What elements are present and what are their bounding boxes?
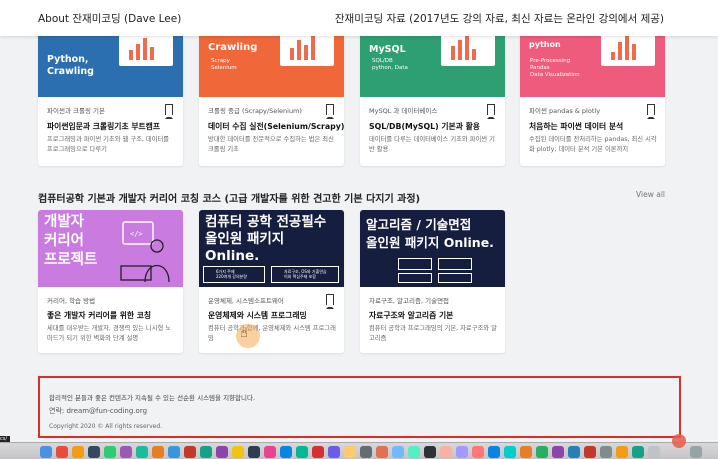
- course-card-mysql[interactable]: MySQL SQL/DB python, Data MySQL 과 데이터베이스…: [360, 20, 505, 166]
- dock-app-icon[interactable]: [72, 446, 84, 458]
- course-category: 크롤링 중급 (Scrapy/Selenium): [208, 107, 302, 115]
- course-title[interactable]: 좋은 개발자 커리어를 위한 코칭: [47, 310, 151, 321]
- course-title[interactable]: 자료구조와 알고리즘 기본: [369, 310, 453, 321]
- recording-indicator-icon: [672, 434, 686, 448]
- dock-app-icon[interactable]: [648, 446, 660, 458]
- bookmark-icon[interactable]: [326, 294, 334, 309]
- dock-app-icon[interactable]: [56, 446, 68, 458]
- course-description: 데이터를 다루는 데이터베이스 기초와 파이썬 기반 활용: [369, 136, 495, 153]
- view-all-link[interactable]: View all: [636, 190, 665, 199]
- dock-app-icon[interactable]: [152, 446, 164, 458]
- course-thumbnail: 컴퓨터 공학 전공필수 올인원 패키지 Online. 6가지 주제 220여개…: [199, 210, 344, 287]
- dock-app-icon[interactable]: [40, 446, 52, 458]
- dock-app-icon[interactable]: [488, 446, 500, 458]
- section-title: 컴퓨터공학 기본과 개발자 커리어 코칭 코스 (고급 개발자를 위한 견고한 …: [38, 194, 421, 205]
- dock-app-icon[interactable]: [472, 446, 484, 458]
- dock-app-icon[interactable]: [312, 446, 324, 458]
- course-thumbnail: 알고리즘 / 기술면접 올인원 패키지 Online.: [360, 210, 505, 287]
- bookmark-icon[interactable]: [647, 104, 655, 119]
- dock-app-icon[interactable]: [376, 446, 388, 458]
- mac-dock: [0, 442, 718, 459]
- dock-app-icon[interactable]: [200, 446, 212, 458]
- dock-app-icon[interactable]: [600, 446, 612, 458]
- bookmark-icon[interactable]: [326, 104, 334, 119]
- dock-app-icon[interactable]: [536, 446, 548, 458]
- dock-app-icon[interactable]: [616, 446, 628, 458]
- feature-badge: [438, 258, 472, 270]
- course-category: 파이썬 pandas & plotly: [529, 107, 601, 115]
- course-card-os[interactable]: 컴퓨터 공학 전공필수 올인원 패키지 Online. 6가지 주제 220여개…: [199, 210, 344, 353]
- course-title[interactable]: 파이썬입문과 크롤링기초 부트캠프: [47, 121, 160, 132]
- course-category: 커리어, 학습 방법: [47, 297, 96, 305]
- bookmark-icon[interactable]: [165, 104, 173, 119]
- course-category: MySQL 과 데이터베이스: [369, 107, 438, 115]
- feature-badge: 자료구조, OS와 기출연습 이외 핵심주제 포함: [271, 266, 339, 283]
- dock-app-icon[interactable]: [120, 446, 132, 458]
- dock-app-icon[interactable]: [104, 446, 116, 458]
- footer-copyright: Copyright 2020 © All rights reserved.: [49, 423, 163, 430]
- dock-app-icon[interactable]: [136, 446, 148, 458]
- footer-tagline: 합리적인 분들과 좋은 컨텐츠가 지속될 수 있는 선순환 시스템을 지향합니다…: [49, 394, 256, 402]
- course-category: 파이썬과 크롤링 기본: [47, 107, 105, 115]
- dock-app-icon[interactable]: [184, 446, 196, 458]
- footer-contact[interactable]: 연락: dream@fun-coding.org: [49, 406, 147, 416]
- dock-app-icon[interactable]: [328, 446, 340, 458]
- course-description: 컴퓨터 공학과 함께, 운영체제와 시스템 프로그래밍: [208, 325, 336, 342]
- feature-badge: [398, 273, 432, 283]
- developer-illustration: </>: [120, 221, 170, 282]
- dock-app-icon[interactable]: [392, 446, 404, 458]
- course-title[interactable]: 처음하는 파이썬 데이터 분석: [529, 121, 623, 132]
- dock-app-icon[interactable]: [88, 446, 100, 458]
- dock-app-icon[interactable]: [280, 446, 292, 458]
- dock-app-icon[interactable]: [456, 446, 468, 458]
- dock-app-icon[interactable]: [408, 446, 420, 458]
- dock-app-icon[interactable]: [344, 446, 356, 458]
- course-description: 세대를 대우받는 개발자, 경쟁력 있는 니시형 노마드가 되기 위한 벽화와 …: [47, 325, 172, 342]
- svg-text:</>: </>: [130, 230, 143, 238]
- top-nav: About 잔재미코딩 (Dave Lee) 잔재미코딩 자료 (2017년도 …: [0, 0, 718, 36]
- dock-app-icon[interactable]: [216, 446, 228, 458]
- course-description: 컴퓨터 공학과 프로그래밍의 기본, 자료구조와 알고리즘: [369, 325, 497, 342]
- nav-about-link[interactable]: About 잔재미코딩 (Dave Lee): [38, 11, 181, 26]
- course-category: 운영체제, 시스템소프트웨어: [208, 297, 284, 305]
- dock-app-icon[interactable]: [552, 446, 564, 458]
- dock-app-icon[interactable]: [520, 446, 532, 458]
- dock-app-icon[interactable]: [584, 446, 596, 458]
- course-category: 자료구조, 알고리즘, 기술면접: [369, 297, 450, 305]
- dock-app-icon[interactable]: [360, 446, 372, 458]
- course-card-python-crawling[interactable]: Python, Crawling 파이썬과 크롤링 기본 파이썬입문과 크롤링기…: [38, 20, 183, 166]
- nav-resources-link[interactable]: 잔재미코딩 자료 (2017년도 강의 자료, 최신 자료는 온라인 강의에서 …: [335, 11, 664, 26]
- course-title[interactable]: SQL/DB(MySQL) 기본과 활용: [369, 121, 480, 132]
- course-card-algorithm[interactable]: 알고리즘 / 기술면접 올인원 패키지 Online. 자료구조, 알고리즘, …: [360, 210, 505, 353]
- dock-app-icon[interactable]: [632, 446, 644, 458]
- course-description: 프로그래밍과 파이썬 기초와 웹 구조, 데이터를 프로그래밍으로 다루기: [47, 136, 170, 153]
- hand-cursor-icon: ☝: [240, 326, 248, 341]
- course-card-data-analysis[interactable]: python Pre-Processing Pandas Data Visual…: [520, 20, 665, 166]
- course-description: 수집된 데이터를 전처리하는 pandas, 최신 시각화 plotly; 데이…: [529, 136, 657, 153]
- footer: 합리적인 분들과 좋은 컨텐츠가 지속될 수 있는 선순환 시스템을 지향합니다…: [38, 376, 681, 438]
- dock-app-icon[interactable]: [168, 446, 180, 458]
- dock-app-icon[interactable]: [440, 446, 452, 458]
- dock-app-icon[interactable]: [264, 446, 276, 458]
- dock-app-icon[interactable]: [248, 446, 260, 458]
- dock-app-icon[interactable]: [296, 446, 308, 458]
- feature-badge: [438, 273, 472, 283]
- course-card-crawling[interactable]: Crawling Scrapy Selenium 크롤링 중급 (Scrapy/…: [199, 20, 344, 166]
- course-title[interactable]: 데이터 수집 실전(Selenium/Scrapy): [208, 121, 344, 132]
- dock-app-icon[interactable]: [504, 446, 516, 458]
- dock-app-icon[interactable]: [232, 446, 244, 458]
- course-card-career[interactable]: 개발자 커리어 프로젝트 </> 커리어, 학습 방법 좋은 개발자 커리어를 …: [38, 210, 183, 353]
- bookmark-icon[interactable]: [487, 104, 495, 119]
- dock-app-icon[interactable]: [568, 446, 580, 458]
- trash-icon[interactable]: [690, 446, 702, 458]
- dock-app-icon[interactable]: [424, 446, 436, 458]
- course-title[interactable]: 운영체제와 시스템 프로그래밍: [208, 310, 307, 321]
- course-description: 방대한 데이터를 전문적으로 수집하는 법은 최신 크롤링 기초: [208, 136, 334, 153]
- course-thumbnail: 개발자 커리어 프로젝트 </>: [38, 210, 183, 287]
- feature-badge: 6가지 주제 220여개 강의분량: [203, 266, 265, 283]
- feature-badge: [398, 258, 432, 270]
